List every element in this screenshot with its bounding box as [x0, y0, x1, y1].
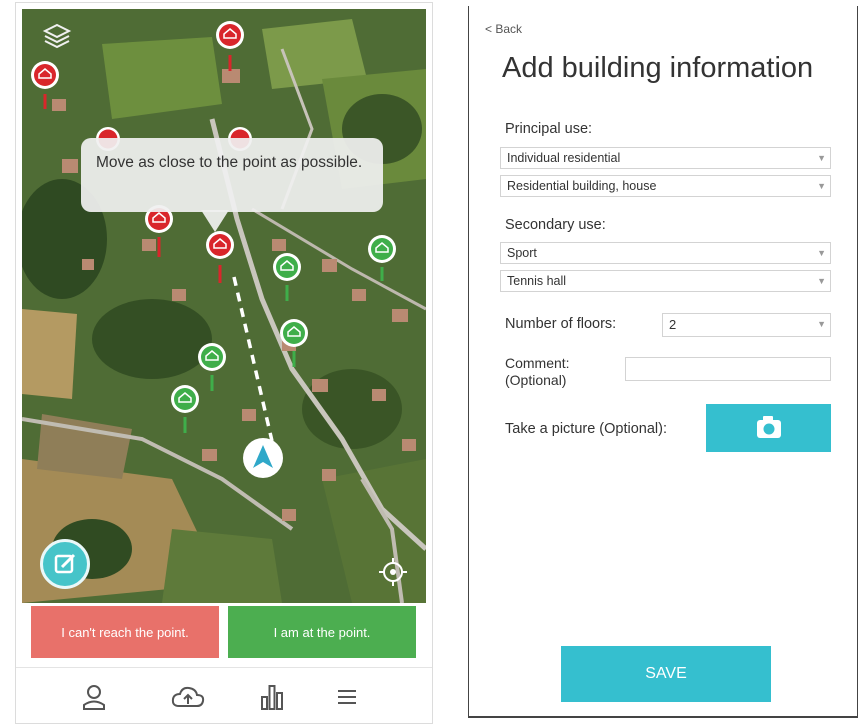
layers-icon[interactable]	[42, 21, 72, 51]
camera-icon	[757, 416, 781, 438]
back-link[interactable]: < Back	[485, 22, 522, 36]
satellite-map[interactable]: Move as close to the point as possible.	[22, 9, 426, 603]
save-button[interactable]: SAVE	[561, 646, 771, 702]
floors-value: 2	[669, 317, 677, 332]
floors-label: Number of floors:	[505, 316, 617, 332]
principal-use-type-select[interactable]: Residential building, house ▼	[500, 175, 831, 197]
comment-input[interactable]	[625, 357, 831, 381]
instruction-tooltip: Move as close to the point as possible.	[81, 138, 383, 232]
edit-fab-button[interactable]	[40, 539, 90, 589]
principal-use-type-value: Residential building, house	[507, 179, 657, 193]
page-title: Add building information	[502, 52, 814, 84]
user-location-arrow-icon	[243, 438, 283, 478]
screenshot-stage: Move as close to the point as possible.	[0, 0, 863, 727]
take-picture-button[interactable]	[706, 404, 831, 452]
tooltip-tail	[201, 210, 229, 232]
principal-use-label: Principal use:	[505, 121, 593, 137]
locate-me-icon[interactable]	[376, 555, 410, 589]
map-screen: Move as close to the point as possible.	[15, 2, 433, 724]
chevron-down-icon: ▼	[817, 276, 826, 286]
comment-label-line1: Comment:	[505, 355, 570, 371]
principal-use-category-select[interactable]: Individual residential ▼	[500, 147, 831, 169]
back-label: Back	[495, 22, 523, 36]
secondary-use-label: Secondary use:	[505, 217, 606, 233]
secondary-use-type-value: Tennis hall	[507, 274, 567, 288]
floors-select[interactable]: 2 ▼	[662, 313, 831, 337]
chevron-down-icon: ▼	[817, 153, 826, 163]
edit-icon	[54, 553, 76, 574]
secondary-use-category-value: Sport	[507, 246, 537, 260]
cloud-upload-icon[interactable]	[170, 682, 206, 712]
menu-icon[interactable]	[332, 682, 362, 712]
picture-label: Take a picture (Optional):	[505, 421, 667, 437]
comment-label-line2: (Optional)	[505, 372, 567, 388]
tooltip-text: Move as close to the point as possible.	[96, 154, 363, 171]
comment-label: Comment: (Optional)	[505, 355, 570, 389]
cant-reach-button[interactable]: I can't reach the point.	[31, 606, 219, 658]
at-point-button[interactable]: I am at the point.	[228, 606, 416, 658]
satellite-imagery	[22, 9, 426, 603]
secondary-use-type-select[interactable]: Tennis hall ▼	[500, 270, 831, 292]
chevron-down-icon: ▼	[817, 319, 826, 329]
chevron-left-icon: <	[485, 22, 493, 36]
stats-icon[interactable]	[257, 682, 287, 712]
secondary-use-category-select[interactable]: Sport ▼	[500, 242, 831, 264]
principal-use-category-value: Individual residential	[507, 151, 621, 165]
building-form-screen: < Back Add building information Principa…	[468, 6, 858, 718]
profile-icon[interactable]	[79, 682, 109, 712]
bottom-navigation	[16, 667, 432, 723]
chevron-down-icon: ▼	[817, 181, 826, 191]
chevron-down-icon: ▼	[817, 248, 826, 258]
